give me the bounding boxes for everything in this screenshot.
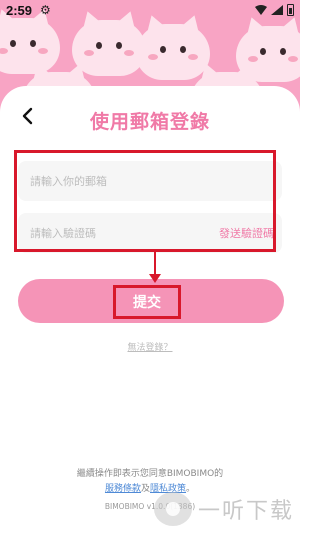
watermark-logo-icon	[153, 492, 192, 526]
terms-of-service-link[interactable]: 服務條款	[105, 484, 141, 494]
cannot-login-link-wrapper: 無法登錄？	[0, 340, 300, 353]
email-field[interactable]	[18, 161, 282, 201]
wifi-icon	[255, 5, 267, 15]
settings-gear-icon: ⚙	[40, 3, 51, 17]
cannot-login-link[interactable]: 無法登錄？	[127, 343, 172, 353]
annotation-arrow-head	[149, 274, 161, 283]
and-text: 及	[140, 484, 150, 494]
send-code-button[interactable]: 發送驗證碼	[219, 225, 274, 241]
status-bar: 2:59 ⚙	[0, 0, 300, 22]
system-icons	[255, 4, 294, 16]
email-input[interactable]	[18, 161, 282, 201]
submit-button-label[interactable]: 提交	[113, 285, 181, 319]
page-title: 使用郵箱登錄	[89, 111, 210, 133]
signal-icon	[271, 5, 283, 15]
verification-code-field[interactable]: 發送驗證碼	[18, 213, 282, 253]
watermark: 一听下载	[153, 492, 294, 526]
agreement-prefix: 繼續操作即表示您同意BIMOBIMO的	[76, 469, 224, 479]
verification-code-input[interactable]	[18, 213, 198, 253]
watermark-text: 一听下载	[197, 499, 294, 524]
status-time: 2:59	[6, 3, 33, 18]
battery-icon	[287, 4, 294, 16]
